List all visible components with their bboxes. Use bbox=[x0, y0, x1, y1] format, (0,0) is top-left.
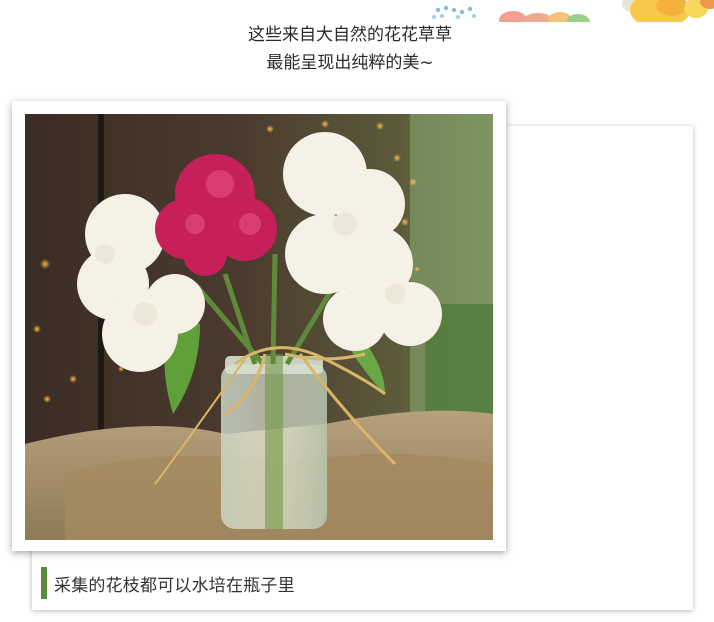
intro-line-2: 最能呈现出纯粹的美~ bbox=[266, 53, 434, 73]
photo-caption: 采集的花枝都可以水培在瓶子里 bbox=[41, 567, 295, 599]
floral-decoration bbox=[410, 0, 714, 22]
intro-line-1: 这些来自大自然的花花草草 bbox=[248, 25, 452, 45]
photo-frame bbox=[12, 101, 506, 551]
caption-accent-bar bbox=[41, 567, 47, 599]
caption-text: 采集的花枝都可以水培在瓶子里 bbox=[54, 575, 295, 596]
flower-jar-photo bbox=[25, 114, 493, 540]
